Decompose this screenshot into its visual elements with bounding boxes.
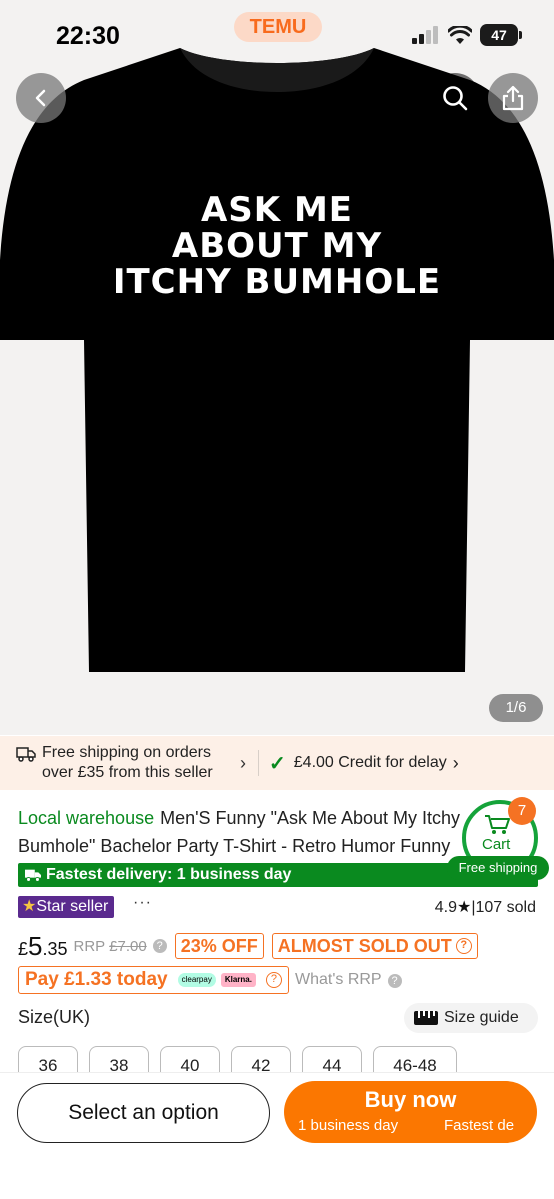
klarna-logo: Klarna.	[220, 973, 256, 987]
chevron-right-icon: ›	[240, 753, 246, 773]
delay-credit-info[interactable]: ✓ £4.00 Credit for delay ›	[269, 751, 459, 776]
fastest-delivery-text: Fastest delivery: 1 business day	[46, 866, 292, 883]
question-icon[interactable]: ?	[152, 939, 167, 953]
star-icon: ★	[22, 898, 37, 915]
search-icon	[443, 86, 468, 111]
size-option-46-48[interactable]: 46-48	[373, 1046, 457, 1072]
divider	[258, 750, 259, 776]
pay-today-text: Pay £1.33 today	[25, 969, 168, 990]
product-title[interactable]: Local warehouse Men'S Funny "Ask Me About…	[18, 804, 478, 860]
chevron-left-icon	[35, 89, 46, 107]
clearpay-logo: clearpay	[177, 973, 216, 987]
signal-icon	[412, 26, 438, 44]
cart-count-badge: 7	[508, 797, 536, 825]
back-button[interactable]	[16, 73, 66, 123]
tshirt-image	[0, 48, 554, 672]
product-image-carousel[interactable]: ASK ME ABOUT MY ITCHY BUMHOLE 22:30 TEMU…	[0, 0, 554, 735]
star-seller-badge[interactable]: ★Star seller	[18, 896, 115, 918]
size-option-40[interactable]: 40	[160, 1046, 220, 1072]
rrp-price: RRP £7.00	[73, 937, 147, 955]
question-icon: ?	[455, 938, 472, 954]
share-icon	[502, 85, 524, 111]
star-seller-label: Star seller	[36, 898, 109, 915]
title-line-1: Men'S Funny "Ask Me About My Itchy	[160, 808, 461, 828]
shipping-line-1: Free shipping on orders	[42, 744, 211, 761]
size-option-42[interactable]: 42	[231, 1046, 291, 1072]
star-icon: ★	[457, 899, 472, 916]
truck-icon	[16, 747, 36, 762]
discount-badge: 23% OFF	[174, 933, 264, 959]
free-shipping-info[interactable]: Free shipping on orders over £35 from th…	[0, 743, 252, 783]
rating-value: 4.9	[434, 899, 457, 916]
status-time: 22:30	[56, 22, 120, 50]
battery-icon: 47	[480, 24, 522, 46]
rating-summary[interactable]: 4.9★|107 sold	[435, 897, 536, 917]
wifi-icon	[448, 26, 472, 44]
size-guide-label: Size guide	[444, 1009, 519, 1026]
whats-rrp-link[interactable]: What's RRP?	[295, 971, 402, 989]
delay-credit-text: £4.00 Credit for delay	[293, 754, 447, 771]
size-option-36[interactable]: 36	[18, 1046, 78, 1072]
share-button[interactable]	[488, 73, 538, 123]
current-price: £5.35	[18, 930, 68, 961]
temu-logo: TEMU	[234, 12, 322, 42]
buy-now-button[interactable]: Buy now 1 business day Fastest de	[284, 1081, 537, 1143]
size-guide-button[interactable]: Size guide	[404, 1003, 538, 1033]
size-label: Size(UK)	[18, 1007, 91, 1027]
select-option-button[interactable]: Select an option	[17, 1083, 270, 1143]
shipping-banner: Free shipping on orders over £35 from th…	[0, 736, 554, 790]
free-shipping-pill: Free shipping	[447, 856, 549, 880]
title-line-2: Bumhole" Bachelor Party T-Shirt - Retro …	[18, 836, 451, 856]
shirt-print-line-1: ASK ME	[200, 190, 354, 230]
shirt-print-line-2: ABOUT MY	[171, 226, 383, 266]
buy-now-label: Buy now	[364, 1087, 457, 1112]
size-option-38[interactable]: 38	[89, 1046, 149, 1072]
size-options: 36 38 40 42 44 46-48	[18, 1046, 554, 1072]
almost-sold-out-badge[interactable]: ALMOST SOLD OUT?	[271, 933, 478, 959]
bottom-action-bar: Select an option Buy now 1 business day …	[0, 1072, 554, 1199]
pay-today-box[interactable]: Pay £1.33 today clearpay Klarna. ?	[18, 966, 289, 994]
buy-now-subtext-2: Fastest de	[444, 1117, 515, 1134]
shipping-line-2: over £35 from this seller	[42, 764, 213, 781]
product-page: ASK ME ABOUT MY ITCHY BUMHOLE 22:30 TEMU…	[0, 0, 554, 1199]
status-icons: 47	[412, 24, 522, 46]
cart-icon	[485, 815, 510, 834]
search-button[interactable]	[430, 73, 480, 123]
pay-later-row: Pay £1.33 today clearpay Klarna. ? What'…	[18, 966, 402, 994]
price-row: £5.35 RRP £7.00 ? 23% OFF ALMOST SOLD OUT…	[18, 930, 478, 962]
buy-now-subtext-1: 1 business day	[298, 1117, 399, 1134]
question-icon: ?	[265, 972, 282, 988]
cart-label: Cart	[482, 836, 511, 853]
delivery-truck-icon	[25, 869, 41, 882]
shirt-print-line-3: ITCHY BUMHOLE	[112, 262, 442, 302]
sold-count: |107 sold	[471, 899, 536, 916]
question-icon: ?	[387, 974, 402, 988]
local-warehouse-tag: Local warehouse	[18, 808, 155, 828]
chevron-right-icon: ›	[452, 752, 459, 773]
size-option-44[interactable]: 44	[302, 1046, 362, 1072]
ruler-icon	[414, 1011, 438, 1025]
image-counter: 1/6	[489, 694, 543, 722]
more-icon[interactable]: ···	[133, 894, 152, 912]
check-icon: ✓	[269, 752, 286, 775]
